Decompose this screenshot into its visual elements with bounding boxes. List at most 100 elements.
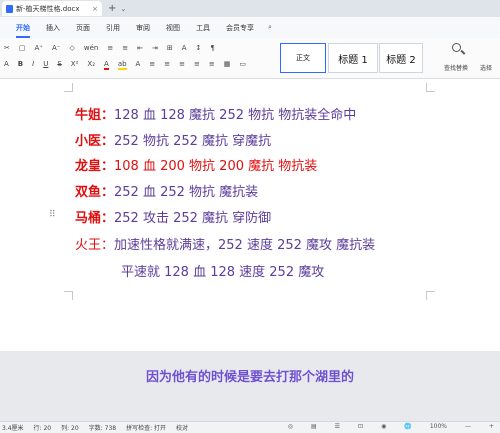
highlight-icon[interactable]: ab <box>117 60 127 70</box>
margin-corner-top-right <box>426 83 435 92</box>
sort-icon[interactable]: A <box>182 44 187 52</box>
toolbar-row-1: ✂ ▢ A⁺ A⁻ ◇ wén ≡ ≡ ⇤ ⇥ ⊞ A ↕ ¶ <box>4 44 215 52</box>
zoom-out-icon[interactable]: — <box>465 423 471 430</box>
read-mode-icon[interactable]: ⊡ <box>358 423 363 430</box>
page-gap-area <box>0 351 500 421</box>
doc-line-2[interactable]: 小医：252 物抗 252 魔抗 穿魔抗 <box>75 130 271 149</box>
eye-protect-icon[interactable]: ◉ <box>381 423 386 430</box>
menu-view[interactable]: 视图 <box>166 23 180 33</box>
doc-line-3[interactable]: 龙皇：108 血 200 物抗 200 魔抗 物抗装 <box>75 155 317 174</box>
page-view-icon[interactable]: ▤ <box>311 423 317 430</box>
status-row: 行: 20 <box>33 425 52 432</box>
doc-line-1[interactable]: 牛姐：128 血 128 魔抗 252 物抗 物抗装全命中 <box>75 104 356 123</box>
ribbon-toolbar: ✂ ▢ A⁺ A⁻ ◇ wén ≡ ≡ ⇤ ⇥ ⊞ A ↕ ¶ A B I U … <box>0 38 500 79</box>
font-grow-icon[interactable]: A⁺ <box>35 44 43 52</box>
menu-member[interactable]: 会员专享 <box>226 23 254 33</box>
status-bar: 3.4厘米 行: 20 列: 20 字数: 738 拼写检查: 打开 校对 ◎ … <box>0 421 500 433</box>
align-left-icon[interactable]: ≡ <box>149 60 155 70</box>
char-shading-icon[interactable]: A <box>136 60 141 70</box>
doc-text: 加速性格就满速，252 速度 252 魔攻 魔抗装 <box>114 238 376 253</box>
menu-home[interactable]: 开始 <box>16 23 30 38</box>
style-normal[interactable]: 正文 <box>280 43 326 73</box>
style-heading-1[interactable]: 标题 1 <box>328 43 378 73</box>
doc-line-7[interactable]: 平速就 128 血 128 速度 252 魔攻 <box>121 261 324 280</box>
video-subtitle: 因为他有的时候是要去打那个湖里的 <box>145 370 354 385</box>
outline-view-icon[interactable]: ☰ <box>335 423 340 430</box>
align-right-icon[interactable]: ≡ <box>179 60 185 70</box>
menu-page[interactable]: 页面 <box>76 23 90 33</box>
doc-label: 火王： <box>75 238 115 253</box>
margin-corner-top-left <box>64 83 73 92</box>
status-proofread[interactable]: 校对 <box>176 423 188 432</box>
shading-icon[interactable]: ▦ <box>224 60 231 70</box>
new-tab-button[interactable]: + <box>108 3 116 14</box>
status-spellcheck[interactable]: 拼写检查: 打开 <box>126 423 166 432</box>
justify-icon[interactable]: ≡ <box>194 60 200 70</box>
status-col: 列: 20 <box>61 425 79 432</box>
doc-line-4[interactable]: 双鱼：252 血 252 物抗 魔抗装 <box>75 181 258 200</box>
line-spacing-icon[interactable]: ↕ <box>196 44 202 52</box>
indent-icon[interactable]: ⇥ <box>152 44 158 52</box>
doc-text: 128 血 128 魔抗 252 物抗 物抗装全命中 <box>114 108 357 123</box>
underline-icon[interactable]: U <box>43 60 48 70</box>
select-label[interactable]: 选择 <box>480 63 492 72</box>
tab-menu-chevron-icon[interactable]: ⌄ <box>120 5 126 13</box>
paragraph-mark-icon[interactable]: ¶ <box>210 44 214 52</box>
doc-label: 龙皇： <box>75 159 115 174</box>
doc-text: 平速就 128 血 128 速度 252 魔攻 <box>121 265 325 280</box>
zoom-level[interactable]: 100% <box>430 423 447 430</box>
web-view-icon[interactable]: 🌐 <box>404 423 411 430</box>
doc-line-5[interactable]: 马桶：252 攻击 252 魔抗 穿防御 <box>75 207 271 226</box>
font-icon[interactable]: A <box>4 60 9 70</box>
bullets-icon[interactable]: ≡ <box>107 44 113 52</box>
menu-insert[interactable]: 插入 <box>46 23 60 33</box>
subscript-icon[interactable]: X₂ <box>87 60 95 70</box>
ribbon-menu: 开始 插入 页面 引用 审阅 视图 工具 会员专享 ⌕ <box>0 17 500 38</box>
superscript-icon[interactable]: X² <box>71 60 79 70</box>
find-replace-icon[interactable] <box>452 43 461 52</box>
word-doc-icon <box>6 4 13 13</box>
find-replace-label[interactable]: 查找替换 <box>444 63 468 72</box>
outdent-icon[interactable]: ⇤ <box>137 44 143 52</box>
doc-text: 252 血 252 物抗 魔抗装 <box>114 185 259 200</box>
search-menu-icon[interactable]: ⌕ <box>268 23 272 32</box>
margin-corner-bottom-left <box>64 291 73 300</box>
protect-icon[interactable]: ◎ <box>288 423 293 430</box>
align-center-icon[interactable]: ≡ <box>164 60 170 70</box>
bold-icon[interactable]: B <box>18 60 23 70</box>
table-icon[interactable]: ⊞ <box>167 44 173 52</box>
menu-tools[interactable]: 工具 <box>196 23 210 33</box>
paragraph-drag-handle-icon[interactable]: ⠿ <box>49 210 56 220</box>
font-shrink-icon[interactable]: A⁻ <box>52 44 60 52</box>
doc-label: 马桶： <box>75 211 115 226</box>
margin-corner-bottom-right <box>426 291 435 300</box>
clear-format-icon[interactable]: ◇ <box>69 44 74 52</box>
doc-label: 牛姐： <box>75 108 115 123</box>
zoom-in-icon[interactable]: + <box>489 423 494 430</box>
menu-references[interactable]: 引用 <box>106 23 120 33</box>
doc-label: 双鱼： <box>75 185 115 200</box>
doc-label: 小医： <box>75 134 115 149</box>
close-tab-icon[interactable]: × <box>92 5 98 13</box>
toolbar-row-2: A B I U S X² X₂ A ab A ≡ ≡ ≡ ≡ ≡ ▦ ▭ <box>4 60 246 70</box>
doc-text: 252 攻击 252 魔抗 穿防御 <box>114 211 272 226</box>
copy-icon[interactable]: ▢ <box>19 44 26 52</box>
tab-title: 新-植天梯性格.docx <box>16 4 80 13</box>
status-right-controls: ◎ ▤ ☰ ⊡ ◉ 🌐 100% — + <box>278 423 494 430</box>
font-color-icon[interactable]: A <box>104 60 109 70</box>
numbering-icon[interactable]: ≡ <box>122 44 128 52</box>
italic-icon[interactable]: I <box>32 60 34 70</box>
document-tab[interactable]: 新-植天梯性格.docx × <box>2 1 102 16</box>
cut-icon[interactable]: ✂ <box>4 44 10 52</box>
menu-review[interactable]: 审阅 <box>136 23 150 33</box>
border-icon[interactable]: ▭ <box>239 60 246 70</box>
status-position: 3.4厘米 <box>2 425 24 432</box>
doc-line-6[interactable]: 火王：加速性格就满速，252 速度 252 魔攻 魔抗装 <box>75 234 375 253</box>
style-heading-2[interactable]: 标题 2 <box>379 43 423 73</box>
doc-text: 252 物抗 252 魔抗 穿魔抗 <box>114 134 272 149</box>
doc-text: 108 血 200 物抗 200 魔抗 物抗装 <box>114 159 318 174</box>
status-word-count[interactable]: 字数: 738 <box>89 423 116 432</box>
phonetic-icon[interactable]: wén <box>84 44 98 52</box>
strikethrough-icon[interactable]: S <box>57 60 61 70</box>
distributed-icon[interactable]: ≡ <box>209 60 215 70</box>
